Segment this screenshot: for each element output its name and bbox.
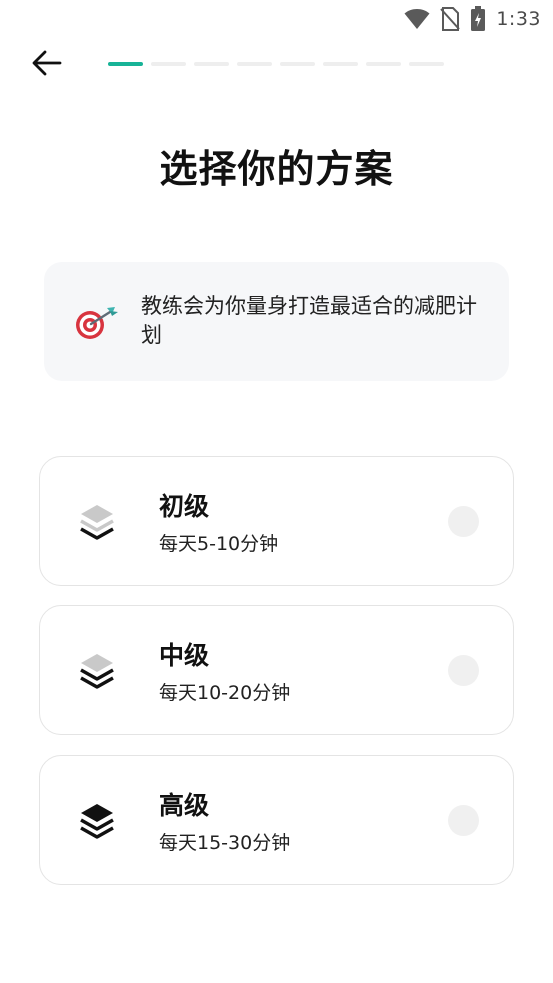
layers-three-icon	[78, 801, 116, 841]
plan-option-intermediate[interactable]: 中级 每天10-20分钟	[39, 605, 514, 735]
plan-duration: 每天15-30分钟	[159, 832, 291, 854]
plan-duration: 每天10-20分钟	[159, 682, 291, 704]
no-sim-icon	[440, 7, 461, 31]
layers-two-icon	[78, 651, 116, 691]
progress-step-5	[280, 62, 315, 66]
progress-step-8	[409, 62, 444, 66]
coach-info-card: 教练会为你量身打造最适合的减肥计划	[44, 262, 509, 381]
progress-step-6	[323, 62, 358, 66]
status-bar: 1:33	[0, 0, 553, 38]
progress-step-4	[237, 62, 272, 66]
progress-step-3	[194, 62, 229, 66]
page-title: 选择你的方案	[159, 147, 394, 191]
progress-step-1	[108, 62, 143, 66]
plan-radio[interactable]	[448, 506, 479, 537]
step-progress-indicator	[108, 62, 444, 66]
status-icons: 1:33	[404, 6, 541, 32]
progress-step-2	[151, 62, 186, 66]
plan-radio[interactable]	[448, 655, 479, 686]
plan-name: 高级	[159, 791, 210, 820]
arrow-left-icon	[32, 50, 62, 80]
battery-charging-icon	[470, 6, 486, 32]
back-button[interactable]	[26, 44, 68, 86]
layers-one-icon	[78, 502, 116, 542]
plan-option-advanced[interactable]: 高级 每天15-30分钟	[39, 755, 514, 885]
plan-name: 初级	[159, 492, 210, 521]
plan-duration: 每天5-10分钟	[159, 533, 279, 555]
plan-radio[interactable]	[448, 805, 479, 836]
progress-step-7	[366, 62, 401, 66]
plan-option-beginner[interactable]: 初级 每天5-10分钟	[39, 456, 514, 586]
status-time: 1:33	[496, 8, 541, 30]
target-dart-icon	[74, 304, 120, 342]
plan-name: 中级	[159, 641, 210, 670]
coach-info-text: 教练会为你量身打造最适合的减肥计划	[141, 294, 477, 347]
wifi-icon	[404, 8, 430, 30]
